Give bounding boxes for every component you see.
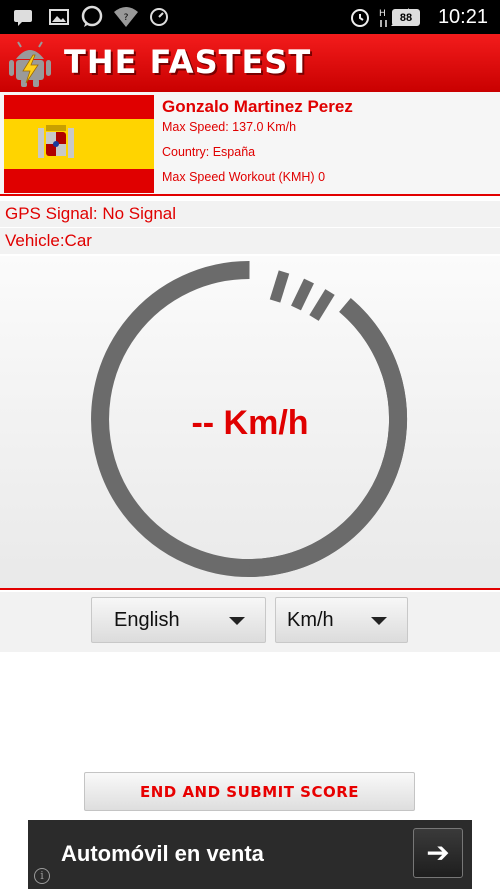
status-bar: ? H 88 10:21 xyxy=(0,0,500,34)
speed-gauge-panel: -- Km/h xyxy=(0,256,500,590)
gauge-tick xyxy=(269,270,290,303)
app-title: THE FASTEST xyxy=(64,43,312,81)
ad-title: Automóvil en venta xyxy=(61,841,264,866)
max-speed-text: Max Speed: 137.0 Km/h xyxy=(162,120,297,134)
player-name: Gonzalo Martinez Perez xyxy=(162,97,353,116)
ad-banner[interactable]: Automóvil en venta ➔ i xyxy=(28,820,472,889)
language-select-value: English xyxy=(114,609,180,631)
country-text: Country: España xyxy=(162,145,256,159)
end-and-submit-score-button[interactable]: END AND SUBMIT SCORE xyxy=(84,772,415,811)
unit-select[interactable]: Km/h xyxy=(275,597,408,643)
svg-text:H: H xyxy=(379,9,386,19)
android-lightning-logo-icon xyxy=(8,41,52,87)
chevron-down-icon xyxy=(229,617,245,625)
clock: 10:21 xyxy=(437,6,488,28)
gauge-tick xyxy=(291,278,314,311)
wifi-icon: ? xyxy=(113,6,139,28)
current-speed-display: -- Km/h xyxy=(191,404,309,442)
spain-flag-icon xyxy=(4,95,154,193)
gps-signal-status: GPS Signal: No Signal xyxy=(0,201,500,227)
unit-select-value: Km/h xyxy=(287,609,334,631)
vehicle-text: Vehicle:Car xyxy=(0,228,500,254)
info-icon[interactable]: i xyxy=(34,868,50,884)
svg-text:?: ? xyxy=(124,13,129,23)
language-select[interactable]: English xyxy=(91,597,266,643)
profile-card: Gonzalo Martinez Perez Max Speed: 137.0 … xyxy=(0,92,500,196)
app-header: THE FASTEST xyxy=(0,34,500,92)
arrow-right-icon[interactable]: ➔ xyxy=(413,828,463,878)
chevron-down-icon xyxy=(371,617,387,625)
settings-bar: English Km/h xyxy=(0,592,500,652)
message-icon xyxy=(12,6,34,28)
speedometer-icon xyxy=(148,6,170,28)
gauge-tick xyxy=(309,289,335,321)
battery-icon: 88 xyxy=(392,9,420,26)
max-speed-workout-text: Max Speed Workout (KMH) 0 xyxy=(162,170,326,184)
whatsapp-icon xyxy=(80,5,104,28)
image-icon xyxy=(48,6,70,28)
data-icon: H xyxy=(378,6,390,28)
alarm-icon xyxy=(349,6,371,28)
